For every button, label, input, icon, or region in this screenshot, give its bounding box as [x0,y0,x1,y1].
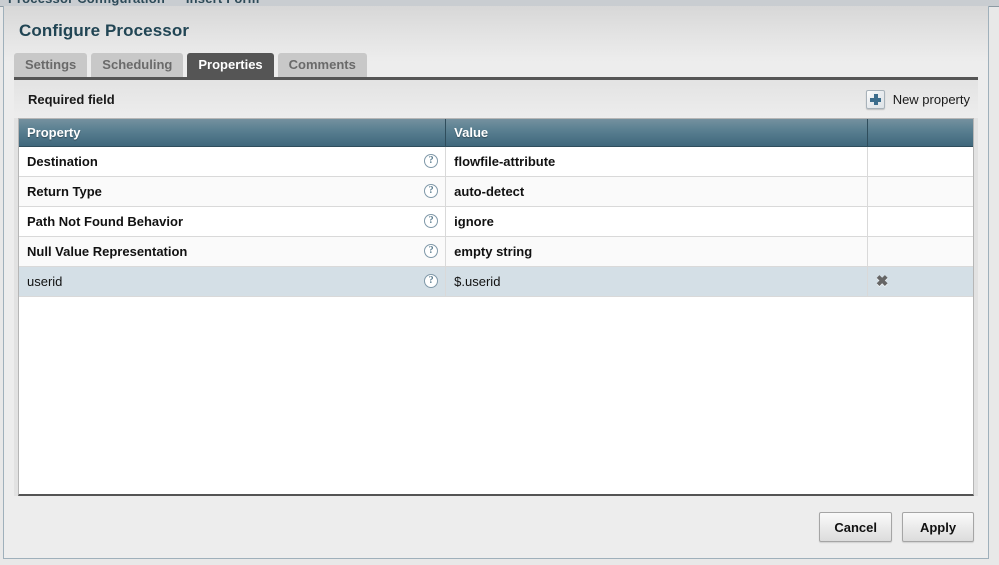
property-name-cell[interactable]: Return Type ? [19,176,446,206]
tab-bar: Settings Scheduling Properties Comments [14,52,988,77]
row-actions-cell: ✖ [867,266,973,296]
column-header-value[interactable]: Value [446,119,868,146]
property-name-cell[interactable]: Path Not Found Behavior ? [19,206,446,236]
row-actions-cell [867,236,973,266]
dialog-title: Configure Processor [4,6,988,41]
close-x-icon[interactable]: ✖ [876,274,889,289]
tab-settings[interactable]: Settings [14,53,87,77]
required-field-label: Required field [28,92,115,107]
question-circle-icon[interactable]: ? [424,154,438,168]
column-header-property[interactable]: Property [19,119,446,146]
question-circle-icon[interactable]: ? [424,214,438,228]
question-circle-icon[interactable]: ? [424,244,438,258]
table-row[interactable]: Null Value Representation ? empty string [19,236,973,266]
dialog-footer: Cancel Apply [4,496,988,558]
property-name-cell[interactable]: userid ? [19,266,446,296]
configure-processor-dialog: Configure Processor Settings Scheduling … [3,6,989,559]
property-value-cell[interactable]: ignore [446,206,868,236]
tab-comments[interactable]: Comments [278,53,367,77]
row-actions-cell [867,146,973,176]
properties-toolbar: Required field New property [14,80,978,118]
properties-table-body: Destination ? flowfile-attribute Return … [19,146,973,296]
new-property-button[interactable]: New property [866,90,970,109]
property-name-text: userid [27,274,62,289]
properties-table-container: Property Value Destination ? flowfile-at… [18,118,974,496]
property-value-cell[interactable]: auto-detect [446,176,868,206]
property-name-text: Path Not Found Behavior [27,214,183,229]
table-row[interactable]: Return Type ? auto-detect [19,176,973,206]
row-actions-cell [867,176,973,206]
table-row[interactable]: Path Not Found Behavior ? ignore [19,206,973,236]
apply-button[interactable]: Apply [902,512,974,542]
question-circle-icon[interactable]: ? [424,274,438,288]
question-circle-icon[interactable]: ? [424,184,438,198]
properties-panel: Required field New property Property Val… [14,80,978,496]
cancel-button[interactable]: Cancel [819,512,892,542]
table-header-row: Property Value [19,119,973,146]
column-header-actions [867,119,973,146]
property-name-cell[interactable]: Null Value Representation ? [19,236,446,266]
tab-scheduling[interactable]: Scheduling [91,53,183,77]
new-property-label: New property [893,92,970,107]
property-value-cell[interactable]: flowfile-attribute [446,146,868,176]
properties-table: Property Value Destination ? flowfile-at… [19,119,973,297]
property-name-text: Return Type [27,184,102,199]
table-row-selected[interactable]: userid ? $.userid ✖ [19,266,973,296]
row-actions-cell [867,206,973,236]
page-backdrop: Processor Configuration — Insert Form Co… [0,0,999,565]
property-name-cell[interactable]: Destination ? [19,146,446,176]
property-value-cell[interactable]: empty string [446,236,868,266]
tab-properties[interactable]: Properties [187,53,273,77]
property-name-text: Null Value Representation [27,244,187,259]
property-value-cell[interactable]: $.userid [446,266,868,296]
property-name-text: Destination [27,154,98,169]
table-row[interactable]: Destination ? flowfile-attribute [19,146,973,176]
plus-icon [866,90,885,109]
